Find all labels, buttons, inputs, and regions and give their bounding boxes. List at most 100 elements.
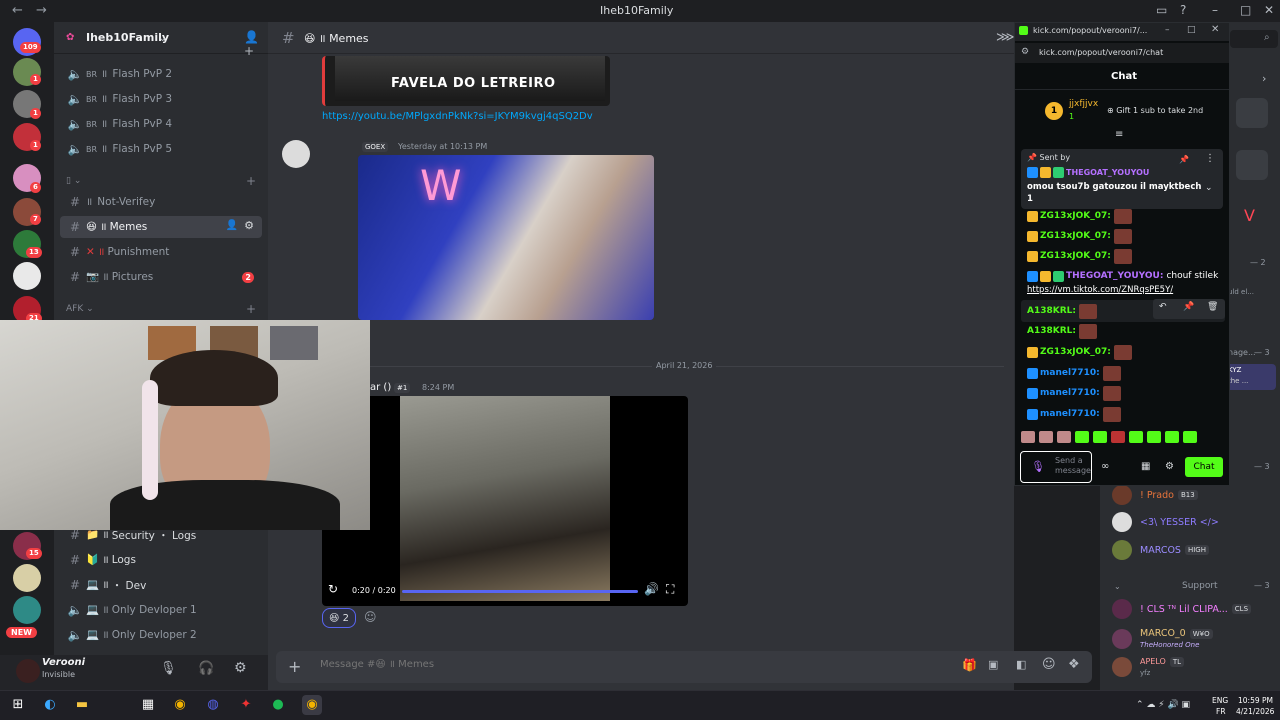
minimize-icon[interactable]: – (1212, 3, 1218, 17)
reply-icon[interactable]: ↶ (1159, 302, 1167, 312)
chat-message[interactable]: THEGOAT_YOUYOU: chouf stilek (1027, 267, 1218, 285)
user-settings-icon[interactable]: ⚙ (234, 660, 247, 676)
edge-icon[interactable]: ◐ (40, 695, 60, 715)
maximize-icon[interactable]: □ (1187, 25, 1196, 35)
send-message-box[interactable]: 🎙 Send a message (1020, 451, 1092, 483)
emote-icon[interactable] (1129, 431, 1143, 443)
volume-icon[interactable]: 🔊 (644, 582, 659, 596)
member-row[interactable]: MARCO_0 W¥O TheHonored One (1112, 626, 1213, 652)
text-channel[interactable]: # ✕ ॥ Punishment (60, 241, 262, 263)
add-channel-icon[interactable]: + (246, 302, 256, 316)
reaction-chip[interactable]: 😆 2 (322, 608, 356, 628)
emote-icon[interactable] (1111, 431, 1125, 443)
chat-message[interactable]: A138KRL: (1027, 302, 1097, 320)
chat-link[interactable]: https://vm.tiktok.com/ZNRqsPE5Y/ (1027, 285, 1173, 295)
microphone-icon[interactable]: 🎙 (160, 661, 177, 676)
avatar[interactable] (16, 659, 40, 683)
more-options-icon[interactable]: ⋮ (1205, 153, 1215, 164)
category-chevron-icon[interactable]: ▯ ⌄ (66, 176, 81, 186)
collapse-chevron-icon[interactable]: ⌄ (1114, 582, 1121, 591)
delete-icon[interactable]: 🗑 (1207, 302, 1218, 312)
message-input[interactable] (320, 659, 880, 670)
settings-icon[interactable]: ⚙ (1165, 461, 1174, 472)
chrome-active-icon[interactable]: ◉ (302, 695, 322, 715)
voice-channel[interactable]: 🔈 BR ॥ Flash PvP 2 (60, 63, 262, 85)
member-row[interactable]: <3\ YESSER </> (1112, 511, 1219, 533)
voice-channel[interactable]: 🔈 BR ॥ Flash PvP 3 (60, 88, 262, 110)
youtube-link[interactable]: https://youtu.be/MPlgxdnPkNk?si=JKYM9kvg… (322, 111, 593, 122)
avatar[interactable] (282, 140, 310, 168)
member-row[interactable]: APELO TL yfz (1112, 654, 1185, 680)
meme-image[interactable]: W (358, 155, 654, 320)
store-icon[interactable]: ▦ (138, 695, 158, 715)
text-channel-selected[interactable]: # 😆 ॥ Memes 👤 ⚙ (60, 216, 262, 238)
search-input[interactable]: ⌕ (1230, 30, 1278, 48)
video-progress-bar[interactable] (402, 590, 638, 593)
sticker-icon[interactable]: ◧ (1016, 658, 1026, 671)
chrome-icon[interactable]: ◉ (170, 695, 190, 715)
message-author[interactable]: ar (370, 382, 380, 393)
chat-message[interactable]: ZG13xJOK_07: (1027, 247, 1132, 265)
minimize-icon[interactable]: – (1165, 25, 1170, 35)
emote-quickbar[interactable] (1021, 431, 1221, 445)
guild-header[interactable]: ✿ Iheb10Family ⌄ 👤+ (54, 22, 268, 58)
text-channel[interactable]: # 📷 ॥ Pictures 2 (60, 266, 262, 288)
gear-icon[interactable]: ⚙ (244, 219, 254, 232)
chat-message[interactable]: ZG13xJOK_07: (1027, 227, 1132, 245)
member-row[interactable]: ! CLS ᵀᴺ Lil CLIPA... CLS (1112, 598, 1252, 620)
store-icon[interactable]: ▦ (1141, 461, 1150, 472)
afk-category[interactable]: AFK ⌄ (66, 304, 94, 314)
voice-channel[interactable]: 🔈 BR ॥ Flash PvP 5 (60, 138, 262, 160)
youtube-embed[interactable]: FAVELA DO LETREIRO (322, 56, 610, 106)
server-icon[interactable] (13, 596, 41, 624)
voice-channel[interactable]: 🔈 BR ॥ Flash PvP 4 (60, 113, 262, 135)
windows-start-icon[interactable]: ⊞ (8, 695, 28, 715)
back-arrow-icon[interactable]: ← (12, 3, 23, 18)
emote-icon[interactable] (1021, 431, 1035, 443)
inbox-icon[interactable]: ▭ (1156, 3, 1167, 17)
spotify-icon[interactable]: ● (268, 695, 288, 715)
emote-icon[interactable] (1057, 431, 1071, 443)
emote-icon[interactable] (1075, 431, 1089, 443)
server-icon[interactable] (13, 262, 41, 290)
discord-icon[interactable]: ◍ (203, 695, 223, 715)
fullscreen-icon[interactable]: ⛶ (666, 582, 674, 597)
emote-picker-icon[interactable]: ∞ (1101, 461, 1109, 472)
chat-message[interactable]: manel7710: (1027, 364, 1121, 382)
file-explorer-icon[interactable]: ▬ (72, 695, 92, 715)
emote-icon[interactable] (1039, 431, 1053, 443)
emote-icon[interactable] (1147, 431, 1161, 443)
emote-icon[interactable] (1093, 431, 1107, 443)
threads-icon[interactable]: ⋙ (996, 30, 1015, 45)
text-channel[interactable]: # ॥ Not-Verifey (60, 191, 262, 213)
address-url[interactable]: kick.com/popout/verooni7/chat (1039, 48, 1163, 57)
site-settings-icon[interactable]: ⚙ (1021, 47, 1029, 57)
gift-icon[interactable]: 🎁 (962, 658, 977, 672)
chat-message[interactable]: ZG13xJOK_07: (1027, 207, 1132, 225)
help-icon[interactable]: ? (1180, 3, 1186, 17)
close-icon[interactable]: ✕ (1211, 24, 1219, 35)
clock-time[interactable]: 10:59 PM (1238, 696, 1273, 705)
chevron-down-icon[interactable]: ⌄ (1205, 183, 1213, 193)
chat-message[interactable]: ZG13xJOK_07: (1027, 343, 1132, 361)
gift-cta[interactable]: Gift 1 sub to take 2nd (1116, 106, 1203, 115)
text-channel[interactable]: # 🔰 ॥ Logs (60, 549, 262, 571)
pinned-author[interactable]: THEGOAT_YOUYOU (1066, 168, 1149, 177)
member-row[interactable]: ! Prado B13 (1112, 484, 1198, 506)
maximize-icon[interactable]: □ (1240, 3, 1251, 17)
add-reaction-icon[interactable]: ☺ (364, 610, 377, 624)
chat-send-button[interactable]: Chat (1185, 457, 1223, 477)
emote-icon[interactable] (1165, 431, 1179, 443)
chat-message[interactable]: A138KRL: (1027, 322, 1097, 340)
apps-icon[interactable]: ❖ (1068, 657, 1080, 672)
gif-icon[interactable]: ▣ (988, 658, 998, 671)
keyboard-language[interactable]: ENG (1212, 696, 1228, 705)
video-player[interactable]: ↻ 0:20 / 0:20 🔊 ⛶ (322, 396, 688, 606)
app-icon[interactable]: ✦ (236, 695, 256, 715)
forward-arrow-icon[interactable]: → (36, 3, 47, 18)
voice-channel[interactable]: 🔈 💻 ॥ Only Devloper 1 (60, 599, 262, 621)
invite-icon[interactable]: 👤 (226, 220, 238, 231)
gifter-name[interactable]: jjxfjjvx (1069, 99, 1098, 109)
plus-icon[interactable]: + (288, 657, 301, 676)
chevron-right-icon[interactable]: › (1262, 72, 1266, 85)
